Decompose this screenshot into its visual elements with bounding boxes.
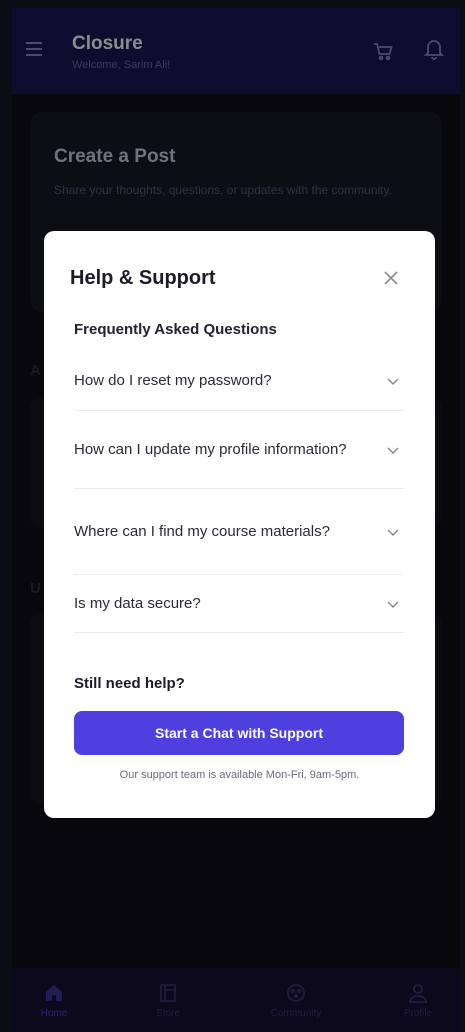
- faq-question: How can I update my profile information?: [74, 441, 347, 458]
- support-availability-text: Our support team is available Mon-Fri, 9…: [119, 769, 360, 781]
- still-need-help-heading: Still need help?: [74, 675, 185, 692]
- chevron-down-icon: [387, 528, 399, 536]
- faq-heading: Frequently Asked Questions: [74, 321, 277, 338]
- app-screen: Closure Welcome, Sarim Ali! Create a Pos…: [12, 8, 460, 1032]
- faq-question: Where can I find my course materials?: [74, 523, 330, 540]
- faq-item[interactable]: Where can I find my course materials?: [74, 489, 404, 575]
- faq-question: Is my data secure?: [74, 595, 201, 612]
- chevron-down-icon: [387, 600, 399, 608]
- help-support-modal: Help & Support Frequently Asked Question…: [44, 231, 435, 818]
- chevron-down-icon: [387, 377, 399, 385]
- close-icon[interactable]: [380, 267, 402, 289]
- modal-title: Help & Support: [70, 267, 216, 289]
- faq-item[interactable]: How do I reset my password?: [74, 351, 404, 411]
- faq-item[interactable]: Is my data secure?: [74, 575, 404, 633]
- chevron-down-icon: [387, 446, 399, 454]
- faq-item[interactable]: How can I update my profile information?: [74, 411, 404, 489]
- faq-list: How do I reset my password? How can I up…: [74, 351, 404, 633]
- start-chat-button[interactable]: Start a Chat with Support: [74, 711, 404, 755]
- faq-question: How do I reset my password?: [74, 372, 272, 389]
